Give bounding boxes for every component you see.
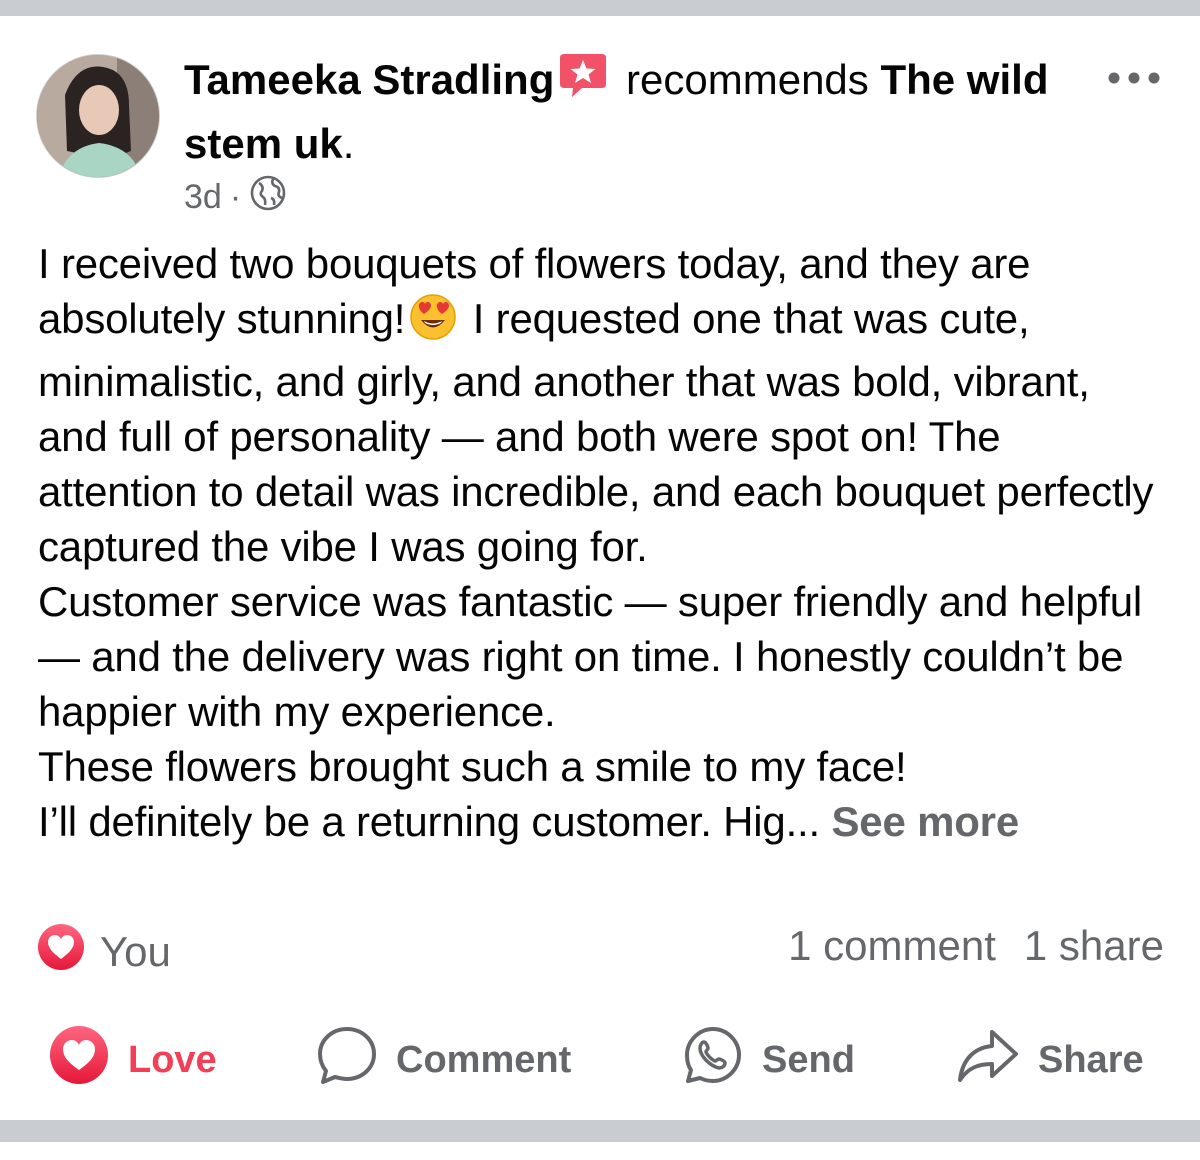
page-name-period: . [342,120,355,167]
comment-count[interactable]: 1 comment [788,922,996,970]
comment-label: Comment [396,1038,572,1081]
action-verb: recommends [626,56,869,103]
author-name[interactable]: Tameeka Stradling [184,56,554,103]
post-paragraph-3: These flowers brought such a smile to my… [38,743,907,790]
post-body: I received two bouquets of flowers today… [38,236,1168,849]
love-label: Love [128,1038,217,1081]
post-stats: You 1 comment 1 share [36,922,1164,978]
post-header: Tameeka Stradling recommends The wild st… [184,50,1064,173]
share-label: Share [1038,1038,1144,1081]
reaction-summary[interactable]: You [36,922,171,982]
recommendation-star-badge-icon [558,50,608,115]
post-text-truncated: I’ll definitely be a returning customer.… [38,798,820,845]
top-divider [0,0,1200,16]
post-age[interactable]: 3d [184,178,222,217]
post-paragraph-1: I received two bouquets of flowers today… [38,236,1168,574]
globe-icon [249,174,287,221]
post-meta: 3d · [184,174,287,221]
post-paragraph-4: I’ll definitely be a returning customer.… [38,794,1168,849]
whatsapp-icon [682,1024,744,1096]
see-more-link[interactable]: See more [831,798,1019,845]
more-dots-icon[interactable] [1106,66,1162,95]
comment-button[interactable]: Comment [316,1024,571,1096]
share-count[interactable]: 1 share [1024,922,1164,970]
send-button[interactable]: Send [682,1024,855,1096]
bottom-spacer [0,1142,1200,1160]
comment-icon [316,1024,378,1096]
send-label: Send [762,1038,855,1081]
share-arrow-icon [956,1024,1020,1096]
love-reaction-icon [36,922,86,982]
reactors-text: You [100,928,171,975]
author-avatar[interactable] [36,54,160,178]
love-icon [48,1024,110,1096]
love-button[interactable]: Love [48,1024,217,1096]
post-actions: Love Comment Send Share [0,1024,1200,1094]
meta-separator: · [229,178,242,216]
share-button[interactable]: Share [956,1024,1144,1096]
bottom-divider [0,1120,1200,1142]
post-title-line: Tameeka Stradling recommends The wild st… [184,50,1064,173]
post-paragraph-2: Customer service was fantastic — super f… [38,578,1143,735]
heart-eyes-emoji [409,293,457,354]
